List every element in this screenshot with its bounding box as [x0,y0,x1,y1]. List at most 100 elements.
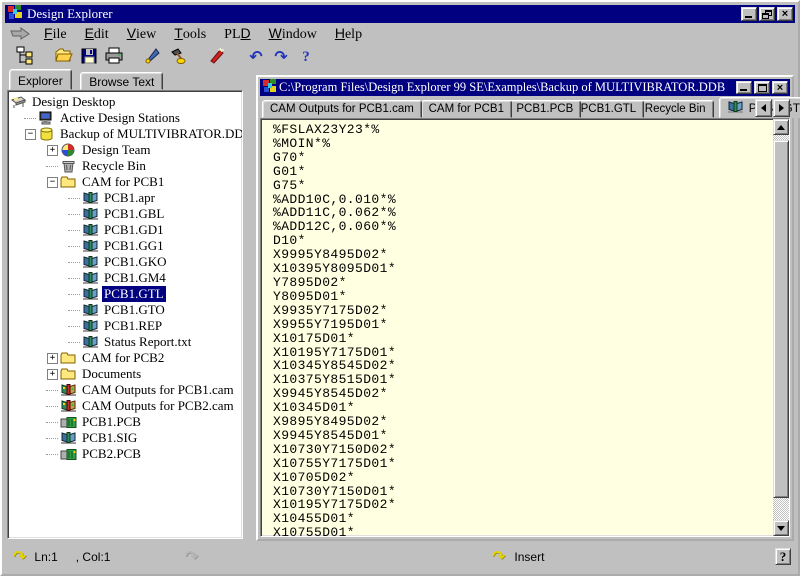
document-icon [82,271,99,285]
tree-item-pcb1-gko[interactable]: PCB1.GKO [10,254,242,270]
tree-item-status-report-txt[interactable]: Status Report.txt [10,334,242,350]
menu-item-help[interactable]: Help [326,24,371,44]
tree-item-pcb1-gbl[interactable]: PCB1.GBL [10,206,242,222]
minus-expander-icon[interactable]: − [47,177,58,188]
restore-button[interactable] [759,7,775,21]
tree-item-pcb2-pcb[interactable]: PCB2.PCB [10,446,242,462]
tree-item-cam-for-pcb2[interactable]: + CAM for PCB2 [10,350,242,366]
tree-line [46,390,58,391]
wizard-button[interactable] [205,46,229,68]
open-document-button[interactable] [52,46,76,68]
workstation-icon [38,111,55,125]
tree-item-backup-of-multivibrator-ddb[interactable]: −Backup of MULTIVIBRATOR.DDB [10,126,242,142]
help-button[interactable]: ? [294,46,318,68]
status-help-button[interactable]: ? [775,548,791,565]
plus-expander-icon[interactable]: + [47,145,58,156]
doc-tab-2-pcb1-pcb[interactable]: PCB1.PCB [508,100,581,118]
tree-line [68,294,80,295]
folder-icon [60,175,77,189]
tree-connector [68,318,82,334]
scrollbar-thumb[interactable] [773,140,789,498]
document-logo-icon [262,78,276,97]
plus-expander-icon[interactable]: + [47,353,58,364]
tab-scroll-buttons [754,99,790,117]
close-button[interactable]: × [777,7,793,21]
tree-expander[interactable]: + [46,142,60,158]
scroll-up-button[interactable] [773,119,789,135]
document-title-bar[interactable]: C:\Program Files\Design Explorer 99 SE\E… [260,79,790,96]
tree-item-pcb1-pcb[interactable]: PCB1.PCB [10,414,242,430]
tree-item-label: Design Desktop [30,94,117,110]
menu-item-pld[interactable]: PLD [215,24,259,44]
tree-item-design-team[interactable]: +Design Team [10,142,242,158]
tree-expander[interactable]: − [24,126,38,142]
toggle-explorer-panel-button[interactable] [13,46,37,68]
tree-item-recycle-bin[interactable]: Recycle Bin [10,158,242,174]
menu-item-edit[interactable]: Edit [76,24,118,44]
tree-expander[interactable]: + [46,366,60,382]
doc-tab-3-pcb1-gtl[interactable]: PCB1.GTL [573,100,645,118]
code-line: %FSLAX23Y23*% [273,123,772,137]
doc-tab-0-cam-outputs-for-pcb1-cam[interactable]: CAM Outputs for PCB1.cam [262,100,422,118]
design-explorer-window: Design Explorer × FileEditViewToolsPLDWi… [0,0,800,576]
code-line: X10175D01* [273,332,772,346]
jump-to-line-icon[interactable]: ↷ [13,547,26,567]
redo-button[interactable]: ↷ [269,46,293,68]
tree-item-pcb1-rep[interactable]: PCB1.REP [10,318,242,334]
tree-item-pcb1-gm4[interactable]: PCB1.GM4 [10,270,242,286]
gerber-text-content[interactable]: %FSLAX23Y23*%%MOIN*%G70*G01*G75*%ADD10C,… [261,119,772,536]
tab-scroll-right-button[interactable] [773,99,790,117]
panel-splitter[interactable] [243,69,256,541]
tree-item-pcb1-gd1[interactable]: PCB1.GD1 [10,222,242,238]
tree-item-design-desktop[interactable]: Design Desktop [10,94,242,110]
tree-item-cam-for-pcb1[interactable]: −CAM for PCB1 [10,174,242,190]
cut-button[interactable] [141,46,165,68]
doc-tab-label: PCB1.GTL [581,103,637,115]
tools-button[interactable] [166,46,190,68]
tree-item-pcb1-apr[interactable]: PCB1.apr [10,190,242,206]
tree-item-label: CAM for PCB2 [80,350,166,366]
tree-expander[interactable]: − [46,174,60,190]
tree-item-label: Active Design Stations [58,110,182,126]
hammer-icon [169,47,187,68]
tree-expander[interactable]: + [46,350,60,366]
tree-item-pcb1-sig[interactable]: PCB1.SIG [10,430,242,446]
menu-item-tools[interactable]: Tools [165,24,215,44]
vertical-scrollbar[interactable] [773,119,789,536]
tree-item-cam-outputs-for-pcb2-cam[interactable]: CAM Outputs for PCB2.cam [10,398,242,414]
tree-item-label: PCB1.PCB [80,414,143,430]
menu-item-window[interactable]: Window [260,24,326,44]
tree-item-pcb1-gto[interactable]: PCB1.GTO [10,302,242,318]
minimize-button[interactable] [741,7,757,21]
code-line: %ADD12C,0.060*% [273,220,772,234]
undo-button[interactable]: ↶ [244,46,268,68]
tab-scroll-left-button[interactable] [755,99,772,117]
doc-tab-1-cam-for-pcb1[interactable]: CAM for PCB1 [421,100,512,118]
minimize-button[interactable] [736,81,752,94]
scroll-down-button[interactable] [773,520,789,536]
menu-item-view[interactable]: View [118,24,166,44]
close-button[interactable]: × [772,81,788,94]
tree-item-pcb1-gtl[interactable]: PCB1.GTL [10,286,242,302]
doc-tab-4-recycle-bin[interactable]: Recycle Bin [637,100,714,118]
menu-item-file[interactable]: File [35,24,76,44]
print-button[interactable] [102,46,126,68]
save-button[interactable] [77,46,101,68]
tree-item-pcb1-gg1[interactable]: PCB1.GG1 [10,238,242,254]
tree-item-documents[interactable]: +Documents [10,366,242,382]
code-line: %ADD11C,0.062*% [273,206,772,220]
tab-explorer[interactable]: Explorer [9,69,72,90]
title-bar[interactable]: Design Explorer × [5,5,795,23]
menu-arrow-icon[interactable] [9,26,35,42]
tree-item-cam-outputs-for-pcb1-cam[interactable]: CAM Outputs for PCB1.cam [10,382,242,398]
cursor-position-group: ↷ Ln:1 , Col:1 [13,545,110,569]
maximize-button[interactable] [754,81,770,94]
plus-expander-icon[interactable]: + [47,369,58,380]
tree-item-active-design-stations[interactable]: Active Design Stations [10,110,242,126]
tree-item-label: PCB1.SIG [80,430,139,446]
doc-tab-label: PCB1.PCB [516,103,573,115]
tab-browse-text[interactable]: Browse Text [80,72,163,90]
tree-connector [68,302,82,318]
code-line: X9935Y7175D02* [273,304,772,318]
minus-expander-icon[interactable]: − [25,129,36,140]
